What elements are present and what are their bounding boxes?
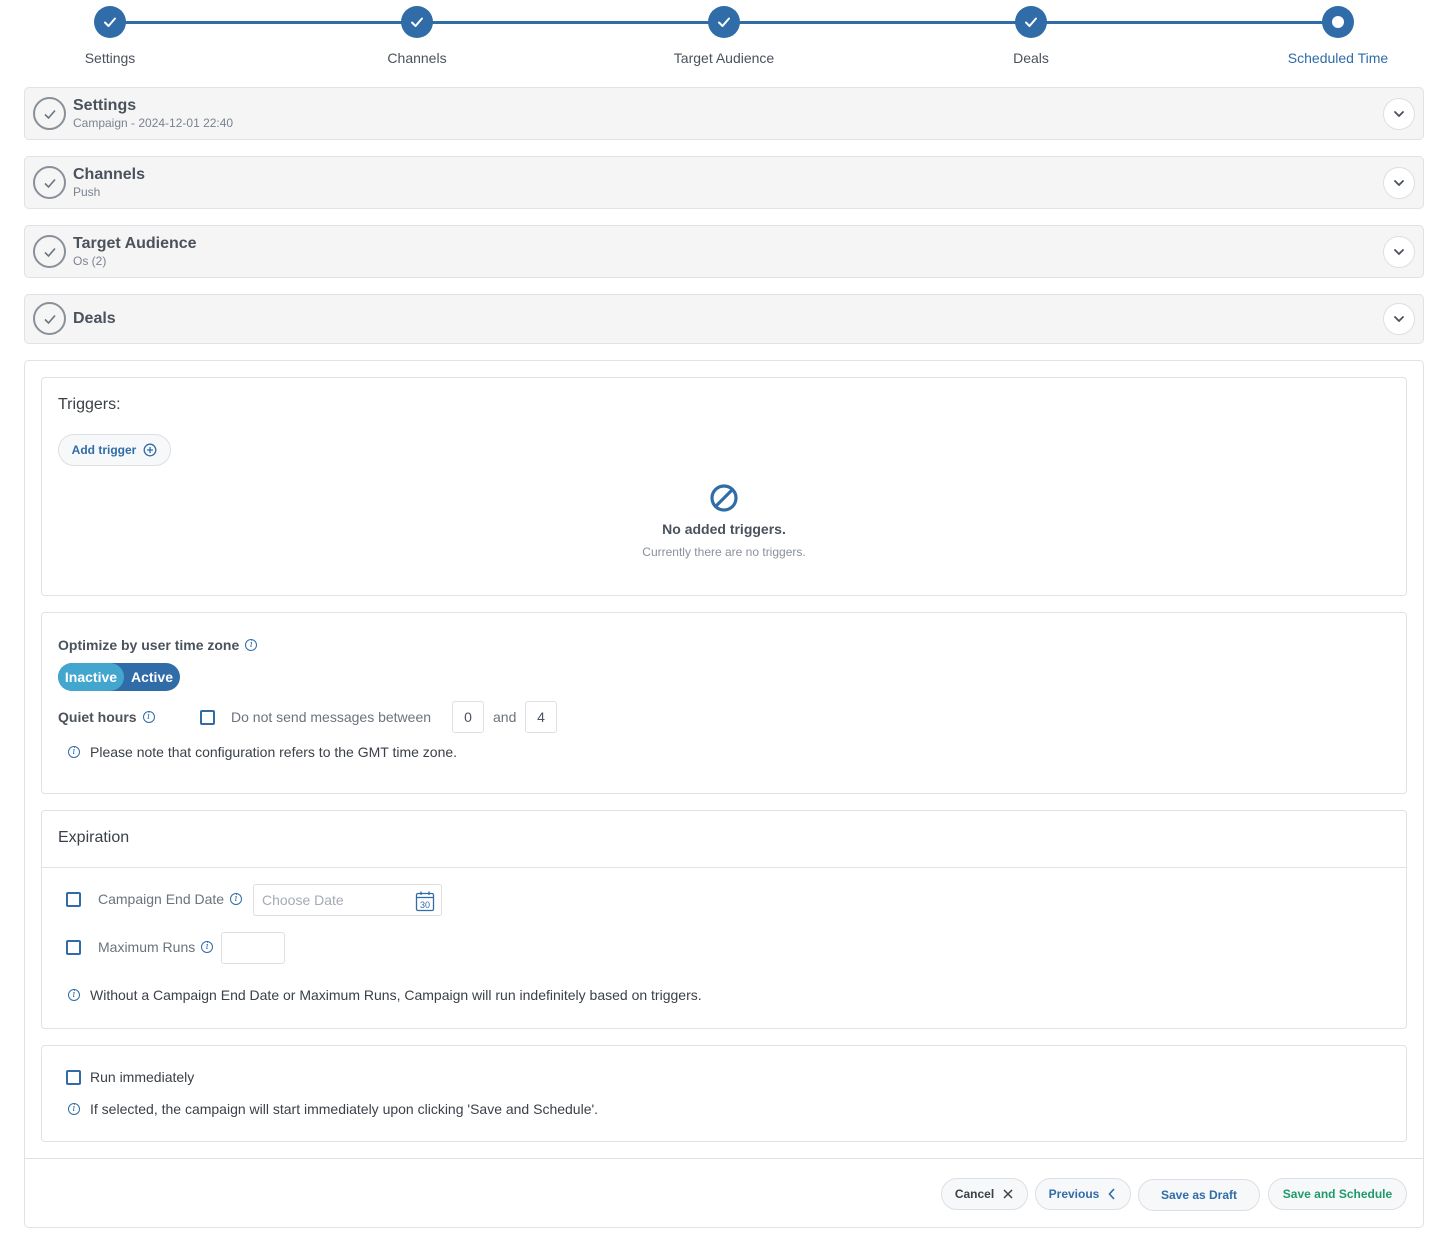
calendar-day: 30 <box>420 900 430 910</box>
timezone-toggle[interactable]: Inactive Active <box>58 663 180 691</box>
info-icon[interactable]: i <box>201 941 214 953</box>
max-runs-input[interactable] <box>221 932 285 964</box>
empty-title: No added triggers. <box>662 521 786 537</box>
step-label: Scheduled Time <box>1287 50 1389 66</box>
cancel-button[interactable]: Cancel <box>941 1178 1028 1210</box>
section-settings[interactable]: Settings Campaign - 2024-12-01 22:40 <box>24 87 1424 140</box>
empty-subtitle: Currently there are no triggers. <box>642 545 806 559</box>
step-settings[interactable]: Settings <box>30 6 190 66</box>
toggle-option-inactive[interactable]: Inactive <box>58 663 124 691</box>
section-subtitle: Push <box>73 185 101 199</box>
step-label: Deals <box>1013 50 1049 66</box>
chevron-down-icon[interactable] <box>1383 303 1415 335</box>
previous-button[interactable]: Previous <box>1035 1178 1131 1210</box>
run-immediately-label: Run immediately <box>90 1069 195 1085</box>
toggle-option-active[interactable]: Active <box>124 663 180 691</box>
plus-circle-icon <box>143 443 157 457</box>
cancel-label: Cancel <box>954 1187 995 1201</box>
quiet-to-input[interactable]: 4 <box>525 701 557 733</box>
section-title: Deals <box>73 310 116 327</box>
triggers-empty-state: No added triggers. Currently there are n… <box>42 483 1406 559</box>
section-title: Settings <box>73 97 137 114</box>
progress-stepper: Settings Channels Target Audience Deals … <box>0 0 1444 80</box>
check-icon <box>94 6 126 38</box>
expiration-note-text: Without a Campaign End Date or Maximum R… <box>90 987 702 1003</box>
end-date-placeholder: Choose Date <box>262 892 344 908</box>
end-date-checkbox[interactable] <box>66 892 81 907</box>
chevron-down-icon[interactable] <box>1383 98 1415 130</box>
expiration-title: Expiration <box>58 829 130 846</box>
run-immediately-checkbox[interactable] <box>66 1070 81 1085</box>
divider <box>42 867 1406 868</box>
add-trigger-button[interactable]: Add trigger <box>58 434 171 466</box>
check-icon <box>708 6 740 38</box>
step-channels[interactable]: Channels <box>337 6 497 66</box>
info-icon[interactable]: i <box>142 711 155 723</box>
optimize-label: Optimize by user time zone <box>58 637 240 653</box>
calendar-icon[interactable]: 30 <box>415 890 435 912</box>
previous-label: Previous <box>1048 1187 1100 1201</box>
save-draft-button[interactable]: Save as Draft <box>1138 1179 1260 1211</box>
chevron-left-icon <box>1108 1188 1115 1200</box>
info-icon[interactable]: i <box>230 893 243 905</box>
end-date-row: Campaign End Date i <box>98 891 243 907</box>
expiration-card: Expiration Campaign End Date i Choose Da… <box>41 810 1407 1029</box>
add-trigger-label: Add trigger <box>71 443 137 457</box>
max-runs-checkbox[interactable] <box>66 940 81 955</box>
section-title: Target Audience <box>73 235 197 252</box>
check-circle-icon <box>33 302 66 335</box>
triggers-title: Triggers: <box>58 396 121 413</box>
expiration-note: i Without a Campaign End Date or Maximum… <box>68 987 702 1003</box>
check-icon <box>1015 6 1047 38</box>
max-runs-label: Maximum Runs <box>98 939 196 955</box>
quiet-hours-label: Quiet hours <box>58 709 137 725</box>
step-label: Target Audience <box>673 50 775 66</box>
timezone-card: Optimize by user time zone i Inactive Ac… <box>41 612 1407 794</box>
check-circle-icon <box>33 235 66 268</box>
optimize-row: Optimize by user time zone i <box>58 637 258 653</box>
info-icon: i <box>68 989 80 1001</box>
gmt-note: i Please note that configuration refers … <box>68 744 457 760</box>
check-icon <box>401 6 433 38</box>
max-runs-row: Maximum Runs i <box>98 939 214 955</box>
info-icon: i <box>68 746 80 758</box>
save-and-schedule-label: Save and Schedule <box>1282 1187 1393 1201</box>
check-circle-icon <box>33 97 66 130</box>
run-immediately-note-text: If selected, the campaign will start imm… <box>90 1101 599 1117</box>
info-icon: i <box>68 1103 80 1115</box>
check-circle-icon <box>33 166 66 199</box>
chevron-down-icon[interactable] <box>1383 236 1415 268</box>
end-date-label: Campaign End Date <box>98 891 225 907</box>
section-title: Channels <box>73 166 146 183</box>
prohibited-icon <box>710 484 738 512</box>
step-label: Channels <box>387 50 447 66</box>
run-immediately-note: i If selected, the campaign will start i… <box>68 1101 598 1117</box>
section-channels[interactable]: Channels Push <box>24 156 1424 209</box>
triggers-card: Triggers: Add trigger No added triggers.… <box>41 377 1407 596</box>
quiet-hours-checkbox[interactable] <box>200 710 215 725</box>
step-deals[interactable]: Deals <box>951 6 1111 66</box>
quiet-and-label: and <box>493 709 517 725</box>
footer-divider <box>25 1158 1423 1159</box>
save-draft-label: Save as Draft <box>1160 1188 1238 1202</box>
save-and-schedule-button[interactable]: Save and Schedule <box>1268 1178 1407 1210</box>
step-scheduled-time[interactable]: Scheduled Time <box>1258 6 1418 66</box>
section-subtitle: Campaign - 2024-12-01 22:40 <box>73 116 234 130</box>
scheduled-time-panel: Triggers: Add trigger No added triggers.… <box>24 360 1424 1228</box>
step-target-audience[interactable]: Target Audience <box>644 6 804 66</box>
run-immediately-card: Run immediately i If selected, the campa… <box>41 1045 1407 1142</box>
close-icon <box>1003 1189 1013 1199</box>
info-icon[interactable]: i <box>245 639 258 651</box>
quiet-hours-row: Quiet hours i <box>58 709 155 725</box>
step-label: Settings <box>84 50 136 66</box>
quiet-from-input[interactable]: 0 <box>452 701 484 733</box>
section-deals[interactable]: Deals <box>24 294 1424 344</box>
chevron-down-icon[interactable] <box>1383 167 1415 199</box>
end-date-input[interactable]: Choose Date 30 <box>253 884 442 916</box>
current-step-dot-icon <box>1322 6 1354 38</box>
section-subtitle: Os (2) <box>73 254 107 268</box>
section-target-audience[interactable]: Target Audience Os (2) <box>24 225 1424 278</box>
gmt-note-text: Please note that configuration refers to… <box>90 744 458 760</box>
quiet-hours-checkbox-label: Do not send messages between <box>231 709 432 725</box>
